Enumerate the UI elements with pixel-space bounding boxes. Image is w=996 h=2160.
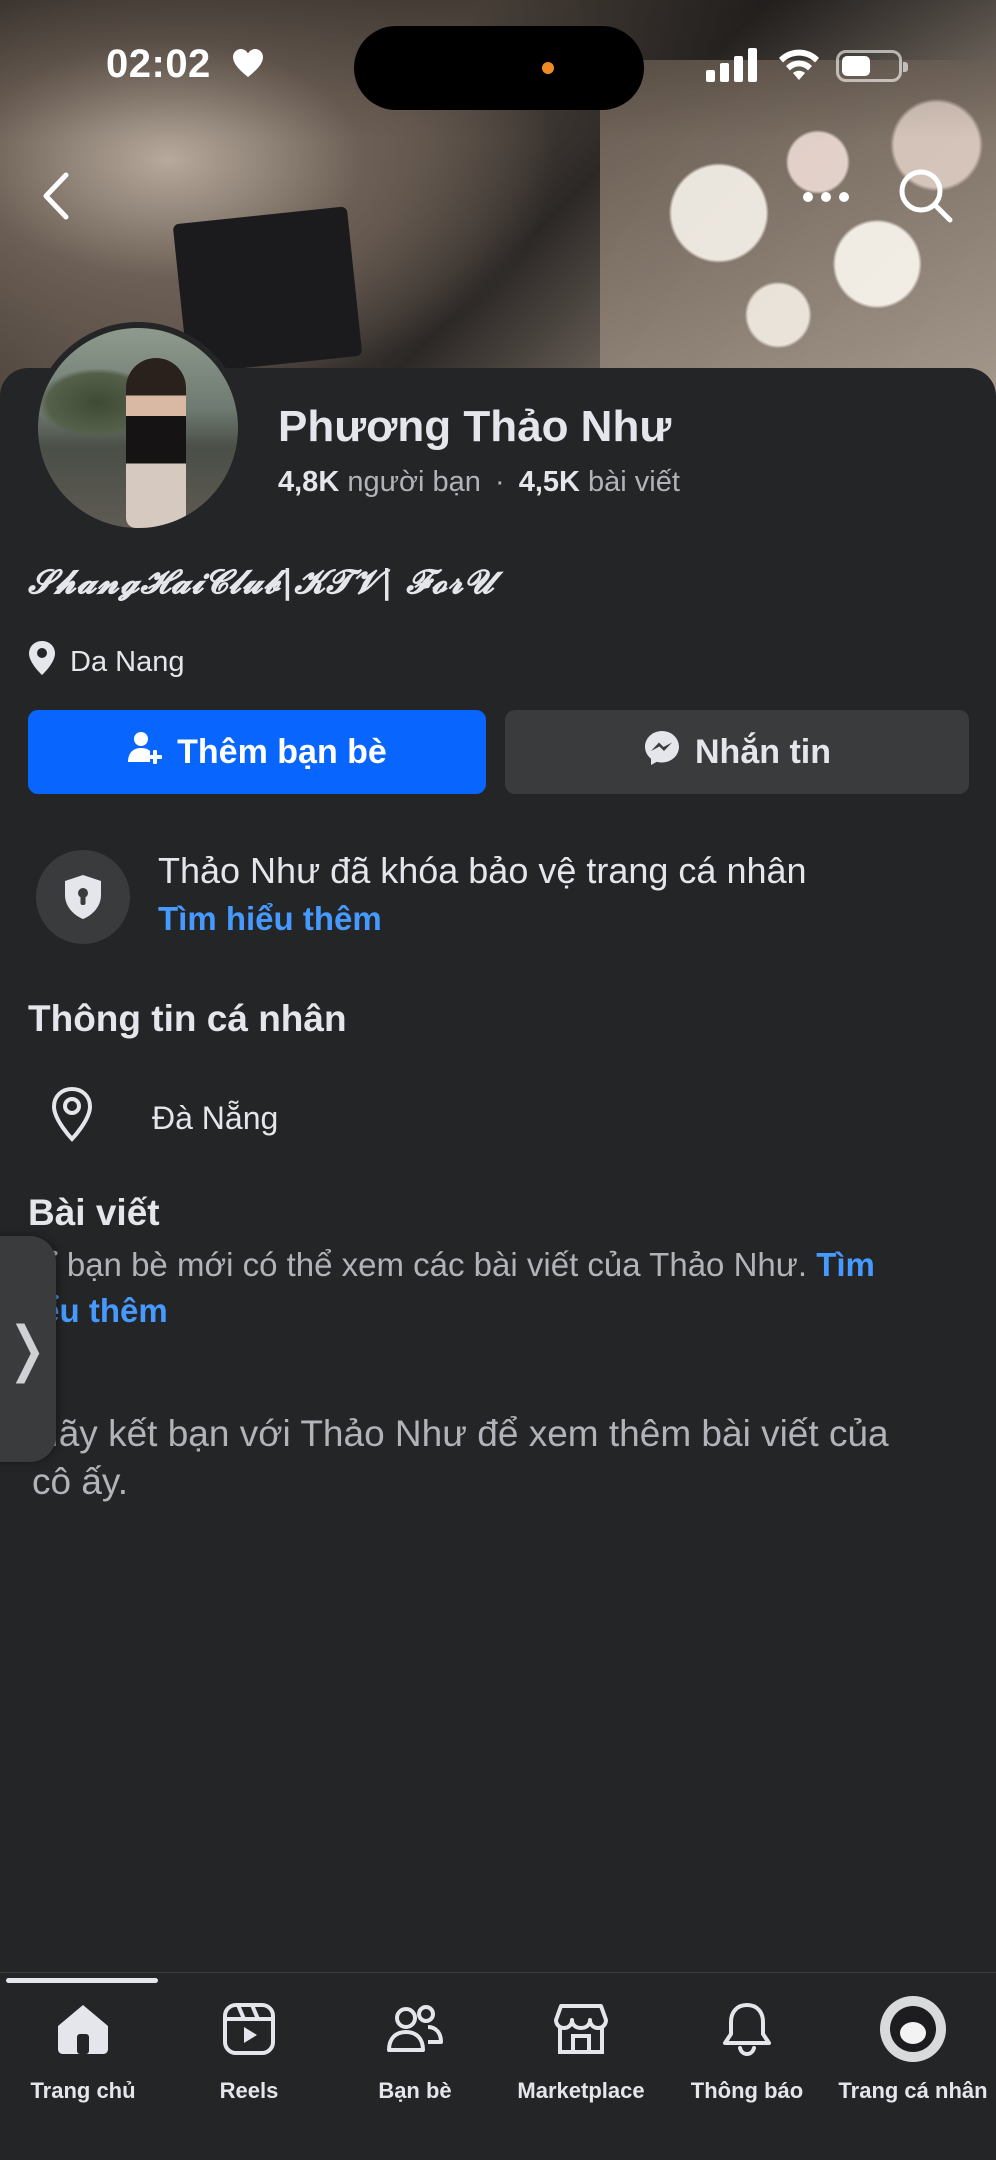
chevron-right-icon: ❭ (1, 1315, 53, 1382)
tab-profile[interactable]: Trang cá nhân (830, 1994, 996, 2114)
posts-learn-more-link[interactable]: Tìm (816, 1246, 875, 1283)
tab-marketplace-label: Marketplace (517, 2078, 645, 2103)
heart-icon (232, 48, 264, 83)
active-tab-indicator (6, 1978, 158, 1983)
dynamic-island (354, 26, 644, 110)
profile-name: Phương Thảo Như (278, 402, 672, 451)
posts-privacy-note: hỉ bạn bè mới có thể xem các bài viết củ… (32, 1242, 972, 1334)
profile-bio: 𝓢𝓱𝓪𝓷𝓰𝓗𝓪𝓲𝓒𝓵𝓾𝓫|𝓚𝓣𝓥| 𝓕𝓸𝓻𝓤 (28, 562, 495, 601)
friends-icon (386, 1994, 444, 2064)
marketplace-icon (553, 1994, 609, 2064)
intro-city: Đà Nẵng (50, 1086, 278, 1150)
intro-title: Thông tin cá nhân (28, 998, 347, 1039)
friends-count: 4,8K (278, 466, 340, 498)
tab-marketplace[interactable]: Marketplace (498, 1994, 664, 2114)
home-icon (55, 1994, 111, 2064)
bell-icon (721, 1994, 773, 2064)
add-friend-icon (127, 730, 163, 775)
location-text: Da Nang (70, 645, 185, 678)
stats-separator: · (494, 466, 505, 498)
lock-notice-text: Thảo Như đã khóa bảo vệ trang cá nhân (158, 850, 807, 891)
battery-icon (836, 50, 908, 82)
profile-location: Da Nang (28, 640, 184, 684)
tab-friends[interactable]: Bạn bè (332, 1994, 498, 2114)
location-pin-icon (28, 640, 56, 684)
search-button[interactable] (894, 164, 958, 228)
tab-reels-label: Reels (219, 2078, 279, 2103)
friends-label: người bạn (347, 466, 481, 498)
tab-home[interactable]: Trang chủ (0, 1994, 166, 2114)
location-outline-icon (50, 1086, 94, 1150)
add-friend-button[interactable]: Thêm bạn bè (28, 710, 486, 794)
tab-friends-label: Bạn bè (378, 2078, 452, 2103)
tab-notifications[interactable]: Thông báo (664, 1994, 830, 2114)
tab-notifications-label: Thông báo (690, 2078, 804, 2103)
tab-profile-label: Trang cá nhân (838, 2078, 988, 2103)
posts-cta-line1: Hãy kết bạn với Thảo Như để xem thêm bài… (32, 1413, 889, 1454)
posts-cta-line2: cô ấy. (32, 1461, 128, 1502)
profile-avatar[interactable] (32, 322, 244, 534)
status-time: 02:02 (106, 42, 211, 86)
lock-learn-more-link[interactable]: Tìm hiểu thêm (158, 900, 382, 938)
posts-title: Bài viết (28, 1192, 160, 1233)
cellular-signal-icon (706, 48, 758, 87)
shield-lock-icon (36, 850, 130, 944)
intro-city-text: Đà Nẵng (152, 1099, 279, 1136)
add-friend-label: Thêm bạn bè (177, 732, 387, 771)
wifi-icon (776, 46, 822, 87)
message-label: Nhắn tin (695, 732, 831, 771)
posts-label: bài viết (588, 466, 680, 498)
back-button[interactable] (30, 164, 82, 228)
posts-add-friend-cta: Hãy kết bạn với Thảo Như để xem thêm bài… (32, 1410, 972, 1506)
reels-icon (222, 1994, 276, 2064)
messenger-icon (643, 729, 681, 776)
more-options-button[interactable] (796, 170, 856, 224)
tab-reels[interactable]: Reels (166, 1994, 332, 2114)
tab-home-label: Trang chủ (30, 2078, 136, 2103)
profile-stats[interactable]: 4,8K người bạn · 4,5K bài viết (278, 466, 680, 499)
profile-avatar-icon (880, 1996, 946, 2062)
side-drawer-handle[interactable]: ❭ (0, 1236, 56, 1462)
message-button[interactable]: Nhắn tin (505, 710, 969, 794)
posts-note-text: hỉ bạn bè mới có thể xem các bài viết củ… (32, 1246, 808, 1283)
posts-count: 4,5K (518, 466, 580, 498)
